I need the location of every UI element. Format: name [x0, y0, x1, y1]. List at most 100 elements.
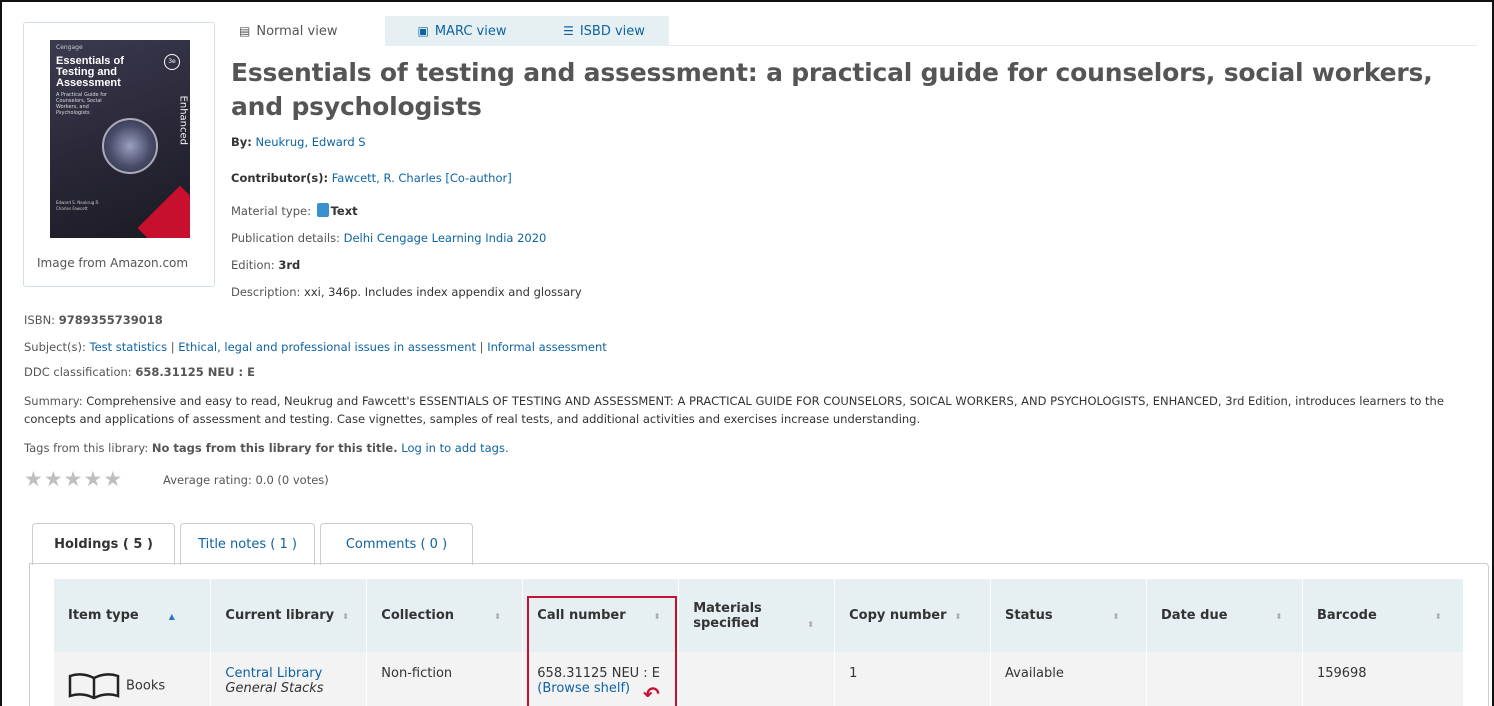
- contributor-link[interactable]: Fawcett, R. Charles [Co-author]: [332, 171, 512, 185]
- summary-text: Comprehensive and easy to read, Neukrug …: [24, 394, 1444, 426]
- by-label: By:: [231, 135, 252, 149]
- cell-materials: [678, 652, 836, 706]
- holdings-table: Item type ▲ Current library ⬍ Collection ⬍ …: [54, 579, 1465, 706]
- subject-link[interactable]: Test statistics: [90, 340, 168, 354]
- tab-comments[interactable]: Comments ( 0 ): [320, 523, 473, 565]
- sort-icon: ⬍: [494, 612, 501, 621]
- tab-label: ISBD view: [579, 23, 645, 39]
- marc-icon: ▣: [417, 24, 429, 38]
- header-label: Copy number: [849, 608, 947, 623]
- cell-barcode: 159698: [1302, 652, 1465, 706]
- table-row: Books Central Library General Stacks Non…: [54, 652, 1465, 706]
- contributors-label: Contributor(s):: [231, 171, 329, 185]
- cell-item-type: Books: [54, 652, 212, 706]
- tab-holdings[interactable]: Holdings ( 5 ): [32, 523, 175, 565]
- cover-edition: 3e: [164, 54, 180, 70]
- cover-image[interactable]: Cengage Essentials of Testing and Assess…: [50, 40, 190, 238]
- col-collection[interactable]: Collection ⬍: [366, 579, 524, 652]
- sort-icon: ⬍: [1434, 612, 1442, 621]
- description-value: xxi, 346p. Includes index appendix and g…: [304, 285, 582, 299]
- cover-image-box: Cengage Essentials of Testing and Assess…: [23, 22, 215, 287]
- tab-title-notes[interactable]: Title notes ( 1 ): [180, 523, 315, 565]
- sort-icon: ⬍: [807, 619, 814, 629]
- cover-publisher: Cengage: [56, 44, 83, 51]
- sort-icon: ⬍: [342, 612, 349, 621]
- contributors-line: Contributor(s): Fawcett, R. Charles [Co-…: [231, 171, 512, 185]
- cell-date-due: [1146, 652, 1303, 706]
- star-icon[interactable]: ★: [24, 467, 44, 491]
- library-link[interactable]: Central Library: [225, 666, 322, 681]
- col-status[interactable]: Status ⬍: [990, 579, 1148, 652]
- subjects-line: Subject(s): Test statistics | Ethical, l…: [24, 340, 607, 354]
- col-date-due[interactable]: Date due ⬍: [1146, 579, 1303, 652]
- header-label: Item type: [68, 608, 139, 623]
- subject-link[interactable]: Informal assessment: [487, 340, 607, 354]
- publication-line: Publication details: Delhi Cengage Learn…: [231, 231, 546, 245]
- star-rating[interactable]: ★★★★★: [24, 467, 123, 491]
- material-value: Text: [330, 204, 358, 218]
- header-label: Status: [1005, 608, 1053, 623]
- star-icon[interactable]: ★: [44, 467, 64, 491]
- material-label: Material type:: [231, 204, 311, 218]
- tab-normal-view[interactable]: ▤ Normal view: [217, 16, 385, 46]
- publication-link[interactable]: Delhi Cengage Learning India 2020: [344, 231, 547, 245]
- average-rating: Average rating: 0.0 (0 votes): [163, 473, 329, 487]
- tags-value: No tags from this library for this title…: [151, 441, 398, 455]
- sort-icon: ⬍: [1112, 612, 1120, 621]
- star-icon[interactable]: ★: [83, 467, 103, 491]
- document-icon: ▤: [239, 24, 251, 38]
- curved-arrow-icon: ↶: [643, 682, 660, 706]
- cell-status: Available: [990, 652, 1148, 706]
- login-tags-link[interactable]: Log in to add tags.: [401, 441, 508, 455]
- cover-subtitle: A Practical Guide for Counselors, Social…: [56, 92, 108, 116]
- cover-authors: Edward S. Neukrug R. Charles Fawcett: [56, 200, 100, 211]
- summary: Summary: Comprehensive and easy to read,…: [24, 392, 1484, 428]
- header-label: Materials specified: [693, 600, 762, 631]
- publication-label: Publication details:: [231, 231, 340, 245]
- shelving-location: General Stacks: [225, 681, 324, 696]
- ddc-label: DDC classification:: [24, 365, 132, 379]
- cell-collection: Non-fiction: [366, 652, 524, 706]
- description-line: Description: xxi, 346p. Includes index a…: [231, 285, 582, 299]
- item-type-value: Books: [126, 678, 166, 694]
- sort-icon: ⬍: [954, 612, 962, 621]
- edition-label: Edition:: [231, 258, 275, 272]
- cover-enhanced: Enhanced: [177, 95, 188, 145]
- tab-label: MARC view: [434, 23, 507, 39]
- cover-red-corner: [137, 185, 190, 238]
- description-label: Description:: [231, 285, 301, 299]
- material-line: Material type: Text: [231, 203, 358, 218]
- tab-marc-view[interactable]: ▣ MARC view: [385, 16, 539, 46]
- tab-label: Normal view: [256, 23, 338, 39]
- col-barcode[interactable]: Barcode ⬍: [1302, 579, 1465, 652]
- header-label: Barcode: [1316, 608, 1377, 623]
- col-current-library[interactable]: Current library ⬍: [210, 579, 368, 652]
- col-copy-number[interactable]: Copy number ⬍: [834, 579, 992, 652]
- ddc-line: DDC classification: 658.31125 NEU : E: [24, 365, 255, 379]
- sort-asc-icon: ▲: [168, 612, 175, 621]
- author-line: By: Neukrug, Edward S: [231, 135, 366, 149]
- isbn-label: ISBN:: [24, 313, 56, 327]
- subjects-label: Subject(s):: [24, 340, 86, 354]
- cell-copy-number: 1: [834, 652, 992, 706]
- holdings-tabs: Holdings ( 5 ) Title notes ( 1 ) Comment…: [32, 523, 478, 565]
- tags-label: Tags from this library:: [24, 441, 149, 455]
- col-item-type[interactable]: Item type ▲: [54, 579, 212, 652]
- tab-isbd-view[interactable]: ☰ ISBD view: [539, 16, 669, 46]
- header-label: Date due: [1161, 608, 1228, 623]
- cover-clock-graphic: [102, 118, 158, 174]
- author-link[interactable]: Neukrug, Edward S: [256, 135, 366, 149]
- col-materials-specified[interactable]: Materials specified ⬍: [678, 579, 836, 652]
- star-icon[interactable]: ★: [64, 467, 84, 491]
- subject-link[interactable]: Ethical, legal and professional issues i…: [178, 340, 476, 354]
- star-icon[interactable]: ★: [103, 467, 123, 491]
- edition-line: Edition: 3rd: [231, 258, 300, 272]
- header-label: Collection: [381, 608, 455, 623]
- summary-label: Summary:: [24, 394, 83, 408]
- edition-value: 3rd: [278, 258, 301, 272]
- ddc-value: 658.31125 NEU : E: [135, 365, 255, 379]
- cover-title: Essentials of Testing and Assessment: [56, 55, 124, 89]
- list-icon: ☰: [563, 24, 574, 38]
- header-label: Current library: [225, 608, 335, 623]
- tags-line: Tags from this library: No tags from thi…: [24, 441, 509, 455]
